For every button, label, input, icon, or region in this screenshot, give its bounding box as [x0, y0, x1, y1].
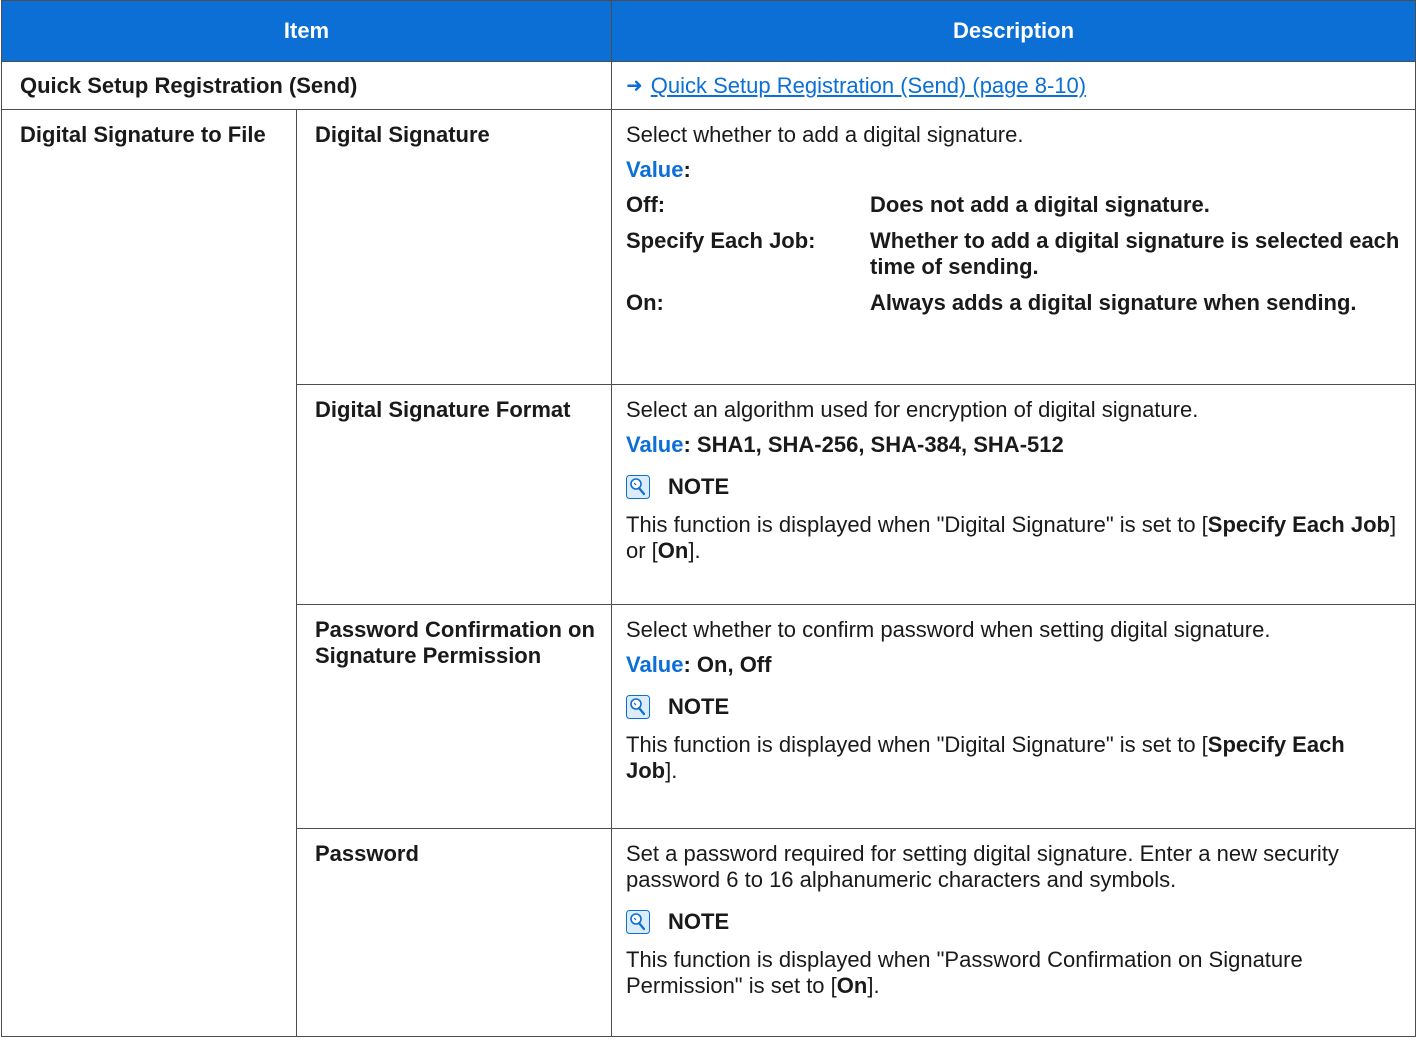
arrow-right-icon: ➜	[626, 75, 643, 97]
note-text: This function is displayed when "Digital…	[626, 512, 1397, 563]
note-text: This function is displayed when "Passwor…	[626, 947, 1303, 998]
description-text: Select whether to confirm password when …	[626, 617, 1271, 642]
note-heading: NOTE	[626, 474, 1401, 500]
settings-table: Item Description Quick Setup Registratio…	[1, 0, 1416, 1037]
quick-setup-link[interactable]: Quick Setup Registration (Send) (page 8-…	[651, 73, 1086, 99]
description-cell: ➜ Quick Setup Registration (Send) (page …	[611, 61, 1416, 110]
group-digital-signature-to-file: Digital Signature to File	[1, 109, 297, 1037]
description-cell: Select whether to confirm password when …	[611, 604, 1416, 829]
link-row: ➜ Quick Setup Registration (Send) (page …	[626, 73, 1401, 99]
value-text: : SHA1, SHA-256, SHA-384, SHA-512	[683, 432, 1064, 457]
value-option-text: Does not add a digital signature.	[870, 192, 1210, 217]
table-row: Digital Signature to File Digital Signat…	[1, 109, 1416, 1037]
value-option: Specify Each Job: Whether to add a digit…	[626, 228, 1401, 280]
table-row: Quick Setup Registration (Send) ➜ Quick …	[1, 61, 1416, 110]
note-lightbulb-icon	[626, 475, 650, 499]
table-header-row: Item Description	[1, 0, 1416, 62]
item-password-confirmation: Password Confirmation on Signature Permi…	[296, 604, 612, 829]
description-cell: Select an algorithm used for encryption …	[611, 384, 1416, 605]
value-option-text: Whether to add a digital signature is se…	[870, 228, 1400, 279]
value-option: Off: Does not add a digital signature.	[626, 192, 1401, 218]
note-heading: NOTE	[626, 694, 1401, 720]
note-label: NOTE	[668, 909, 730, 934]
note-text: This function is displayed when "Digital…	[626, 732, 1345, 783]
header-item: Item	[1, 0, 612, 62]
item-password: Password	[296, 828, 612, 1037]
value-text: : On, Off	[683, 652, 772, 677]
value-option-text: Always adds a digital signature when sen…	[870, 290, 1357, 315]
value-label: Value	[626, 432, 684, 457]
description-text: Set a password required for setting digi…	[626, 841, 1339, 892]
description-cell: Set a password required for setting digi…	[611, 828, 1416, 1037]
description-text: Select whether to add a digital signatur…	[626, 122, 1024, 147]
value-option-key: Off:	[626, 192, 666, 217]
value-option-key: Specify Each Job:	[626, 228, 816, 253]
item-digital-signature-format: Digital Signature Format	[296, 384, 612, 605]
description-text: Select an algorithm used for encryption …	[626, 397, 1199, 422]
value-label: Value	[626, 157, 684, 182]
value-option: On: Always adds a digital signature when…	[626, 290, 1401, 316]
note-lightbulb-icon	[626, 695, 650, 719]
note-label: NOTE	[668, 474, 730, 499]
item-quick-setup: Quick Setup Registration (Send)	[1, 61, 612, 110]
note-label: NOTE	[668, 694, 730, 719]
value-label: Value	[626, 652, 684, 677]
header-description: Description	[611, 0, 1416, 62]
description-cell: Select whether to add a digital signatur…	[611, 109, 1416, 385]
item-digital-signature: Digital Signature	[296, 109, 612, 385]
note-lightbulb-icon	[626, 910, 650, 934]
value-option-key: On:	[626, 290, 664, 315]
note-heading: NOTE	[626, 909, 1401, 935]
